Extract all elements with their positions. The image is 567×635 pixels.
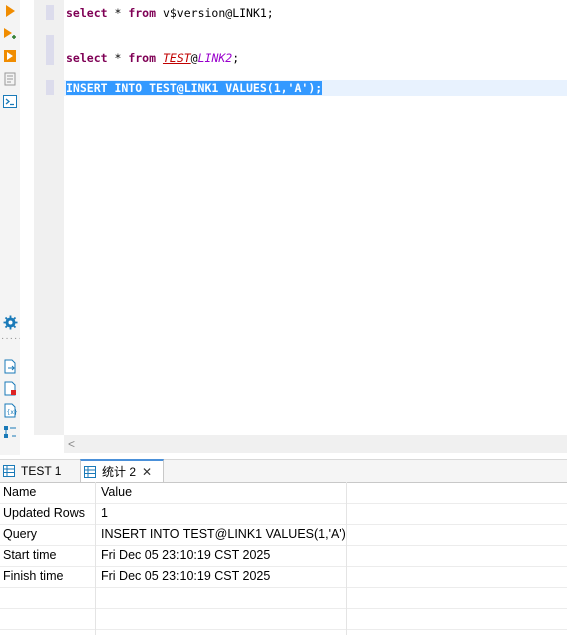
run-icon[interactable] <box>2 3 18 19</box>
code-text: * <box>107 6 129 20</box>
gutter <box>20 0 34 455</box>
export-icon[interactable] <box>2 358 18 374</box>
table-row[interactable]: Start time Fri Dec 05 23:10:19 CST 2025 <box>0 545 567 567</box>
keyword: select <box>66 51 108 65</box>
scroll-left-icon[interactable]: < <box>68 437 75 451</box>
explain-icon[interactable] <box>2 48 18 64</box>
outline-icon[interactable] <box>2 424 18 440</box>
empty-row <box>0 608 567 630</box>
horizontal-scrollbar[interactable]: < <box>64 435 567 453</box>
results-grid: Name Value Updated Rows 1 Query INSERT I… <box>0 482 567 635</box>
column-divider <box>346 482 347 635</box>
cell-name[interactable]: Query <box>3 524 93 545</box>
line-marker <box>46 80 54 95</box>
run-selection-icon[interactable] <box>2 26 18 42</box>
cell-value[interactable]: INSERT INTO TEST@LINK1 VALUES(1,'A') <box>101 524 345 545</box>
cell-value[interactable]: Fri Dec 05 23:10:19 CST 2025 <box>101 566 345 587</box>
column-header-name[interactable]: Name <box>3 482 93 503</box>
cell-name[interactable]: Finish time <box>3 566 93 587</box>
toolbar-separator: ····· <box>1 333 23 344</box>
close-icon[interactable]: ✕ <box>142 465 152 479</box>
empty-row <box>0 587 567 609</box>
table-row[interactable]: Finish time Fri Dec 05 23:10:19 CST 2025 <box>0 566 567 588</box>
code-line-3[interactable]: INSERT INTO TEST@LINK1 VALUES(1,'A'); <box>66 80 323 96</box>
code-line-1[interactable]: select * from v$version@LINK1; <box>66 5 274 21</box>
pdf-icon[interactable] <box>2 380 18 396</box>
column-header-value[interactable]: Value <box>101 482 345 503</box>
cell-name[interactable]: Updated Rows <box>3 503 93 524</box>
tab-test-1[interactable]: TEST 1 <box>0 460 78 482</box>
line-marker <box>46 35 54 65</box>
line-marker-column <box>34 0 64 435</box>
table-row[interactable]: Updated Rows 1 <box>0 503 567 525</box>
format-icon[interactable] <box>2 71 18 87</box>
table-row[interactable]: Query INSERT INTO TEST@LINK1 VALUES(1,'A… <box>0 524 567 546</box>
keyword: from <box>128 6 157 20</box>
code-text: @ <box>190 51 198 65</box>
svg-text:{x}: {x} <box>6 409 17 416</box>
column-divider <box>95 482 96 635</box>
variables-icon[interactable]: {x} <box>2 402 18 418</box>
result-tabbar: TEST 1 统计 2 ✕ <box>0 459 567 483</box>
tab-label: 统计 2 <box>102 465 137 479</box>
settings-icon[interactable] <box>2 314 18 330</box>
cell-name[interactable]: Start time <box>3 545 93 566</box>
grid-icon <box>84 465 96 478</box>
code-line-2[interactable]: select * from TEST@LINK2; <box>66 50 239 66</box>
code-text: ; <box>232 51 240 65</box>
keyword: from <box>128 51 157 65</box>
editor-toolbar: ····· {x} <box>0 0 23 455</box>
line-marker <box>46 5 54 20</box>
tab-stats-2[interactable]: 统计 2 ✕ <box>80 459 164 482</box>
keyword: select <box>66 6 108 20</box>
cell-value[interactable]: Fri Dec 05 23:10:19 CST 2025 <box>101 545 345 566</box>
code-text: v$version@LINK1; <box>156 6 274 20</box>
dblink-reference[interactable]: LINK2 <box>198 51 233 65</box>
grid-icon <box>3 465 15 477</box>
table-reference[interactable]: TEST <box>163 51 191 65</box>
cell-value[interactable]: 1 <box>101 503 345 524</box>
tab-label: TEST 1 <box>21 464 62 478</box>
code-text: * <box>107 51 129 65</box>
table-header-row: Name Value <box>0 482 567 504</box>
terminal-icon[interactable] <box>2 93 18 109</box>
selected-text[interactable]: INSERT INTO TEST@LINK1 VALUES(1,'A'); <box>66 81 323 95</box>
